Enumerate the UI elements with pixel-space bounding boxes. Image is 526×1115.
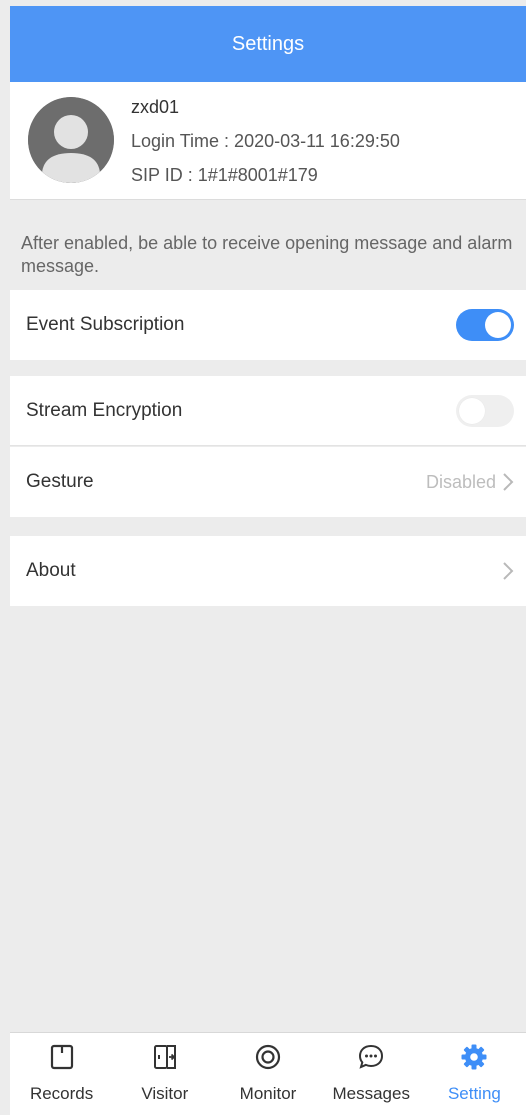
event-subscription-toggle[interactable] (456, 309, 514, 341)
subscription-hint-text: After enabled, be able to receive openin… (21, 233, 513, 276)
stream-encryption-toggle[interactable] (456, 394, 514, 427)
nav-item-monitor[interactable]: Monitor (216, 1033, 319, 1115)
nav-label-messages: Messages (332, 1084, 410, 1103)
stream-encryption-row: Stream Encryption (10, 376, 526, 446)
gesture-row[interactable]: Gesture Disabled (10, 447, 526, 517)
user-avatar-icon (28, 97, 114, 183)
profile-login-time: Login Time : 2020-03-11 16:29:50 (131, 131, 400, 151)
toggle-knob (459, 397, 485, 424)
chevron-right-icon (503, 562, 514, 580)
about-row[interactable]: About (10, 536, 526, 606)
page-title: Settings (231, 32, 305, 55)
monitor-camera-icon (255, 1044, 281, 1070)
messages-chat-icon (359, 1044, 384, 1069)
settings-screen: Settings zxd01 Login Time : 2020-03-11 1… (0, 0, 526, 1115)
about-label: About (26, 560, 76, 581)
nav-item-setting[interactable]: Setting (423, 1033, 526, 1115)
bottom-navigation-bar: Records Visitor Monitor Messages Setting (10, 1032, 526, 1115)
nav-item-messages[interactable]: Messages (320, 1033, 423, 1115)
toggle-knob (485, 312, 511, 338)
visitor-door-icon (153, 1045, 176, 1069)
gesture-status-value: Disabled (425, 471, 496, 492)
stream-encryption-label: Stream Encryption (26, 399, 183, 421)
nav-label-records: Records (29, 1084, 94, 1103)
records-icon (50, 1044, 73, 1070)
avatar (28, 97, 114, 183)
event-subscription-row: Event Subscription (10, 290, 526, 360)
chevron-right-icon (503, 473, 514, 491)
gear-icon (461, 1044, 487, 1070)
event-subscription-label: Event Subscription (26, 314, 185, 335)
nav-item-records[interactable]: Records (10, 1033, 113, 1115)
nav-item-visitor[interactable]: Visitor (113, 1033, 216, 1115)
nav-label-visitor: Visitor (141, 1084, 189, 1103)
gesture-label: Gesture (26, 471, 94, 492)
profile-card[interactable]: zxd01 Login Time : 2020-03-11 16:29:50 S… (10, 82, 526, 200)
nav-label-monitor: Monitor (239, 1084, 297, 1103)
profile-sip-id: SIP ID : 1#1#8001#179 (131, 165, 318, 185)
header-bar: Settings (10, 6, 526, 82)
profile-username: zxd01 (131, 97, 180, 117)
nav-label-setting: Setting (447, 1084, 501, 1103)
